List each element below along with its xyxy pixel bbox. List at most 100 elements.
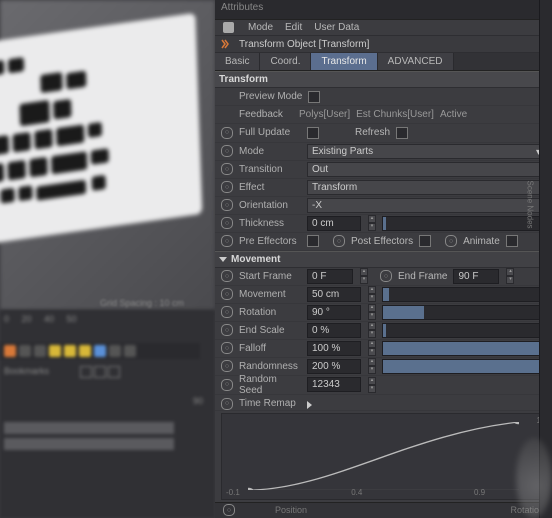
tab-transform[interactable]: Transform — [311, 53, 377, 70]
tl-button[interactable] — [124, 345, 136, 357]
time-remap-curve[interactable]: -0.1 0.4 0.9 1 — [221, 413, 546, 500]
falloff-slider[interactable] — [382, 341, 546, 356]
randomness-input[interactable]: 200 % — [307, 359, 361, 374]
falloff-spinner[interactable]: ▴▾ — [368, 340, 376, 356]
param-anim-icon[interactable]: ○ — [380, 270, 392, 282]
feedback-label: Feedback — [239, 109, 283, 120]
param-anim-icon[interactable]: ○ — [333, 235, 345, 247]
transform-object-icon — [221, 38, 233, 50]
param-anim-icon[interactable]: ○ — [221, 217, 233, 229]
refresh-checkbox[interactable] — [396, 127, 408, 139]
panel-menu-icon[interactable] — [223, 22, 234, 33]
rotation-slider[interactable] — [382, 305, 546, 320]
curve-tick: 0.4 — [351, 488, 362, 497]
tl-button[interactable] — [109, 345, 121, 357]
panel-title: Attributes — [215, 0, 552, 20]
section-movement[interactable]: Movement — [215, 251, 552, 268]
menu-mode[interactable]: Mode — [248, 22, 273, 33]
param-anim-icon[interactable]: ○ — [221, 235, 233, 247]
param-anim-icon[interactable]: ○ — [221, 145, 233, 157]
param-anim-icon[interactable]: ○ — [221, 398, 233, 410]
frame-marker: 90 — [193, 396, 203, 406]
section-transform[interactable]: Transform — [215, 71, 552, 88]
randomness-slider[interactable] — [382, 359, 546, 374]
bookmark-button[interactable] — [108, 366, 120, 378]
end-scale-slider[interactable] — [382, 323, 546, 338]
end-frame-input[interactable]: 90 F — [453, 269, 499, 284]
transition-dropdown[interactable]: Out — [307, 162, 546, 177]
movement-spinner[interactable]: ▴▾ — [368, 286, 376, 302]
timeline-toolbar[interactable] — [4, 345, 136, 357]
end-scale-input[interactable]: 0 % — [307, 323, 361, 338]
row-effect: ○ Effect Transform — [215, 179, 552, 197]
param-anim-icon[interactable]: ○ — [221, 379, 233, 391]
param-anim-icon[interactable]: ○ — [221, 342, 233, 354]
preview-mode-label: Preview Mode — [239, 91, 302, 102]
end-scale-label: End Scale — [239, 325, 285, 336]
keyboard-model — [0, 13, 202, 247]
disclosure-triangle-icon[interactable] — [219, 257, 227, 262]
param-anim-icon[interactable]: ○ — [221, 360, 233, 372]
attributes-menubar: Mode Edit User Data — [215, 20, 552, 36]
orientation-label: Orientation — [239, 200, 288, 211]
param-anim-icon[interactable]: ○ — [221, 288, 233, 300]
key-icon[interactable] — [79, 345, 91, 357]
object-header: Transform Object [Transform] — [215, 36, 552, 53]
end-frame-spinner[interactable]: ▴▾ — [506, 268, 514, 284]
record-icon[interactable] — [4, 345, 16, 357]
start-frame-spinner[interactable]: ▴▾ — [360, 268, 368, 284]
param-anim-icon[interactable]: ○ — [445, 235, 457, 247]
start-frame-input[interactable]: 0 F — [307, 269, 353, 284]
bookmark-button[interactable] — [80, 366, 92, 378]
thickness-input[interactable]: 0 cm — [307, 216, 361, 231]
param-anim-icon[interactable]: ○ — [221, 127, 233, 139]
thickness-spinner[interactable]: ▴▾ — [368, 215, 376, 231]
rotation-spinner[interactable]: ▴▾ — [368, 304, 376, 320]
param-anim-icon[interactable]: ○ — [221, 270, 233, 282]
param-anim-icon[interactable]: ○ — [221, 199, 233, 211]
pre-effectors-checkbox[interactable] — [307, 235, 319, 247]
disclosure-triangle-icon[interactable] — [307, 401, 312, 409]
param-anim-icon[interactable]: ○ — [221, 324, 233, 336]
key-icon[interactable] — [64, 345, 76, 357]
tl-button[interactable] — [94, 345, 106, 357]
full-update-checkbox[interactable] — [307, 127, 319, 139]
tl-button[interactable] — [34, 345, 46, 357]
animate-checkbox[interactable] — [506, 235, 518, 247]
random-seed-spinner[interactable]: ▴▾ — [368, 377, 376, 393]
timeline-panel[interactable]: 0 20 40 50 Bookmarks 90 — [0, 310, 215, 518]
tab-advanced[interactable]: ADVANCED — [378, 53, 454, 70]
movement-slider[interactable] — [382, 287, 546, 302]
bookmark-button[interactable] — [94, 366, 106, 378]
preview-mode-checkbox[interactable] — [308, 91, 320, 103]
end-frame-label: End Frame — [398, 271, 447, 282]
thickness-slider[interactable] — [382, 216, 546, 231]
falloff-input[interactable]: 100 % — [307, 341, 361, 356]
tab-basic[interactable]: Basic — [215, 53, 260, 70]
dock-tab-label[interactable]: Scene Nodes — [525, 180, 534, 228]
row-falloff: ○ Falloff 100 % ▴▾ — [215, 340, 552, 358]
3d-viewport[interactable] — [0, 0, 215, 310]
tl-button[interactable] — [19, 345, 31, 357]
param-anim-icon[interactable]: ○ — [221, 163, 233, 175]
movement-label: Movement — [239, 289, 286, 300]
orientation-dropdown[interactable]: -X — [307, 198, 546, 213]
menu-user-data[interactable]: User Data — [314, 22, 359, 33]
effect-dropdown[interactable]: Transform — [307, 180, 546, 195]
param-anim-icon[interactable]: ○ — [223, 504, 235, 516]
row-movement: ○ Movement 50 cm ▴▾ — [215, 286, 552, 304]
param-anim-icon[interactable]: ○ — [221, 306, 233, 318]
random-seed-input[interactable]: 12343 — [307, 377, 361, 392]
rotation-input[interactable]: 90 ° — [307, 305, 361, 320]
grid-spacing-label: Grid Spacing : 10 cm — [100, 298, 184, 308]
menu-edit[interactable]: Edit — [285, 22, 302, 33]
param-anim-icon[interactable]: ○ — [221, 181, 233, 193]
post-effectors-checkbox[interactable] — [419, 235, 431, 247]
randomness-spinner[interactable]: ▴▾ — [368, 358, 376, 374]
mode-dropdown[interactable]: Existing Parts▾ — [307, 144, 546, 159]
key-icon[interactable] — [49, 345, 61, 357]
refresh-label: Refresh — [355, 127, 390, 138]
tab-coord[interactable]: Coord. — [260, 53, 311, 70]
end-scale-spinner[interactable]: ▴▾ — [368, 322, 376, 338]
movement-input[interactable]: 50 cm — [307, 287, 361, 302]
